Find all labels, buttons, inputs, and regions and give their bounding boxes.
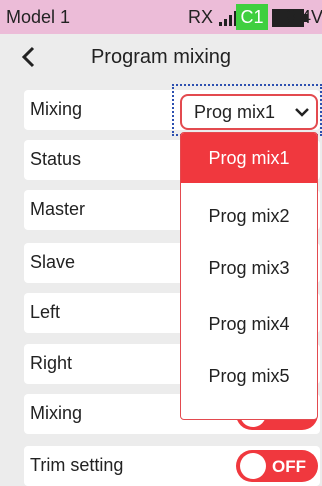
dropdown-option[interactable]: Prog mix5 <box>181 351 317 401</box>
model-name: Model 1 <box>6 7 71 27</box>
status-bar: Model 1 RX C1 8.4V <box>0 0 322 34</box>
row-label-trim-setting: Trim setting <box>30 455 124 475</box>
toggle-knob <box>240 453 266 479</box>
mixing-select-value: Prog mix1 <box>194 102 276 122</box>
toggle-state: OFF <box>272 457 306 476</box>
mixing-dropdown: Prog mix1 Prog mix2 Prog mix3 Prog mix4 … <box>180 132 318 420</box>
dropdown-option[interactable]: Prog mix2 <box>181 191 317 241</box>
page-title: Program mixing <box>90 46 232 68</box>
row-label-mixing-switch: Mixing <box>30 403 83 423</box>
voltage-readout: 8.4V <box>286 7 322 27</box>
rx-label: RX <box>188 7 214 27</box>
mixing-select[interactable]: Prog mix1 <box>180 94 318 130</box>
row-label-status: Status <box>30 149 82 169</box>
page-header: Program mixing <box>0 38 322 80</box>
dropdown-option[interactable]: Prog mix4 <box>181 299 317 349</box>
row-label-mixing: Mixing <box>30 99 83 119</box>
row-label-left: Left <box>30 302 61 322</box>
channel-badge: C1 <box>236 4 268 30</box>
signal-icon <box>219 11 237 26</box>
dropdown-option[interactable]: Prog mix3 <box>181 243 317 293</box>
row-label-master: Master <box>30 199 86 219</box>
dropdown-option[interactable]: Prog mix1 <box>181 133 317 183</box>
chevron-down-icon <box>295 108 309 117</box>
row-label-slave: Slave <box>30 252 76 272</box>
trim-setting-toggle[interactable]: OFF <box>236 450 318 482</box>
row-label-right: Right <box>30 353 73 373</box>
